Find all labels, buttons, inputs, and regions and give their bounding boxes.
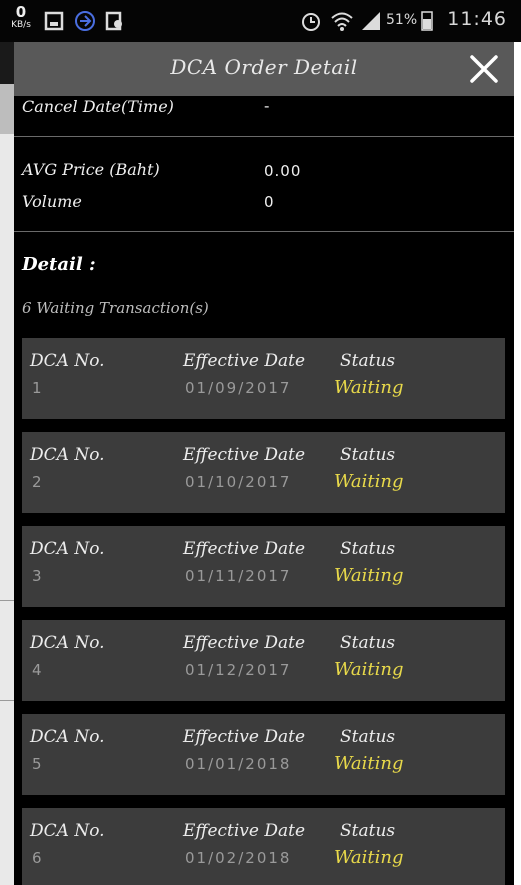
battery-icon bbox=[421, 11, 433, 31]
dialog-title: DCA Order Detail bbox=[170, 55, 358, 79]
dca-no-header: DCA No. bbox=[30, 727, 105, 747]
app-icon bbox=[105, 11, 122, 31]
cancel-date-label: Cancel Date(Time) bbox=[22, 97, 174, 116]
effective-date-value: 01/02/2018 bbox=[185, 849, 292, 867]
transaction-card[interactable]: DCA No. Effective Date Status 6 01/02/20… bbox=[22, 808, 505, 885]
status-badge: Waiting bbox=[334, 377, 404, 398]
dca-no-value: 3 bbox=[32, 567, 44, 585]
divider bbox=[14, 136, 514, 137]
status-header: Status bbox=[340, 727, 396, 747]
alarm-icon bbox=[302, 13, 320, 31]
status-badge: Waiting bbox=[334, 753, 404, 774]
transaction-card[interactable]: DCA No. Effective Date Status 4 01/12/20… bbox=[22, 620, 505, 701]
dca-no-value: 6 bbox=[32, 849, 44, 867]
close-icon[interactable] bbox=[466, 51, 502, 87]
effective-date-value: 01/09/2017 bbox=[185, 379, 292, 397]
dca-no-header: DCA No. bbox=[30, 539, 105, 559]
dca-no-value: 4 bbox=[32, 661, 44, 679]
status-header: Status bbox=[340, 539, 396, 559]
status-badge: Waiting bbox=[334, 847, 404, 868]
effective-date-value: 01/01/2018 bbox=[185, 755, 292, 773]
screen: 0 KB/s 51% 11:46 DCA Order Detail Cancel… bbox=[0, 0, 521, 885]
dca-no-header: DCA No. bbox=[30, 351, 105, 371]
transaction-card[interactable]: DCA No. Effective Date Status 2 01/10/20… bbox=[22, 432, 505, 513]
effective-date-header: Effective Date bbox=[183, 727, 306, 747]
divider bbox=[14, 231, 514, 232]
status-badge: Waiting bbox=[334, 471, 404, 492]
dialog-title-bar: DCA Order Detail bbox=[14, 42, 514, 96]
status-header: Status bbox=[340, 633, 396, 653]
effective-date-header: Effective Date bbox=[183, 539, 306, 559]
volume-label: Volume bbox=[22, 192, 82, 211]
waiting-transaction-count: 6 Waiting Transaction(s) bbox=[22, 299, 209, 317]
network-speed-value: 0 bbox=[15, 3, 27, 21]
status-badge: Waiting bbox=[334, 659, 404, 680]
network-speed: 0 KB/s bbox=[8, 4, 34, 30]
clock: 11:46 bbox=[447, 8, 507, 30]
dca-no-header: DCA No. bbox=[30, 445, 105, 465]
vpn-icon bbox=[75, 11, 95, 31]
effective-date-value: 01/10/2017 bbox=[185, 473, 292, 491]
network-speed-unit: KB/s bbox=[11, 20, 31, 30]
volume-value: 0 bbox=[264, 193, 275, 211]
effective-date-value: 01/12/2017 bbox=[185, 661, 292, 679]
transaction-card[interactable]: DCA No. Effective Date Status 5 01/01/20… bbox=[22, 714, 505, 795]
signal-icon bbox=[362, 12, 380, 30]
download-icon bbox=[44, 11, 64, 31]
transaction-card[interactable]: DCA No. Effective Date Status 3 01/11/20… bbox=[22, 526, 505, 607]
avg-price-label: AVG Price (Baht) bbox=[22, 160, 160, 179]
effective-date-value: 01/11/2017 bbox=[185, 567, 292, 585]
status-header: Status bbox=[340, 821, 396, 841]
transaction-list: DCA No. Effective Date Status 1 01/09/20… bbox=[22, 338, 505, 885]
status-badge: Waiting bbox=[334, 565, 404, 586]
detail-heading: Detail : bbox=[22, 254, 96, 275]
status-header: Status bbox=[340, 445, 396, 465]
dca-no-value: 2 bbox=[32, 473, 44, 491]
status-bar: 0 KB/s 51% 11:46 bbox=[0, 0, 521, 42]
effective-date-header: Effective Date bbox=[183, 821, 306, 841]
dca-no-value: 1 bbox=[32, 379, 44, 397]
dca-no-value: 5 bbox=[32, 755, 44, 773]
effective-date-header: Effective Date bbox=[183, 633, 306, 653]
wifi-icon bbox=[331, 12, 353, 31]
effective-date-header: Effective Date bbox=[183, 445, 306, 465]
dca-no-header: DCA No. bbox=[30, 821, 105, 841]
effective-date-header: Effective Date bbox=[183, 351, 306, 371]
dca-order-detail-dialog: DCA Order Detail Cancel Date(Time) - AVG… bbox=[14, 42, 514, 885]
battery-percent: 51% bbox=[386, 12, 418, 28]
transaction-card[interactable]: DCA No. Effective Date Status 1 01/09/20… bbox=[22, 338, 505, 419]
cancel-date-value: - bbox=[264, 97, 271, 115]
dca-no-header: DCA No. bbox=[30, 633, 105, 653]
background-app bbox=[0, 0, 14, 885]
avg-price-value: 0.00 bbox=[264, 162, 302, 180]
status-header: Status bbox=[340, 351, 396, 371]
